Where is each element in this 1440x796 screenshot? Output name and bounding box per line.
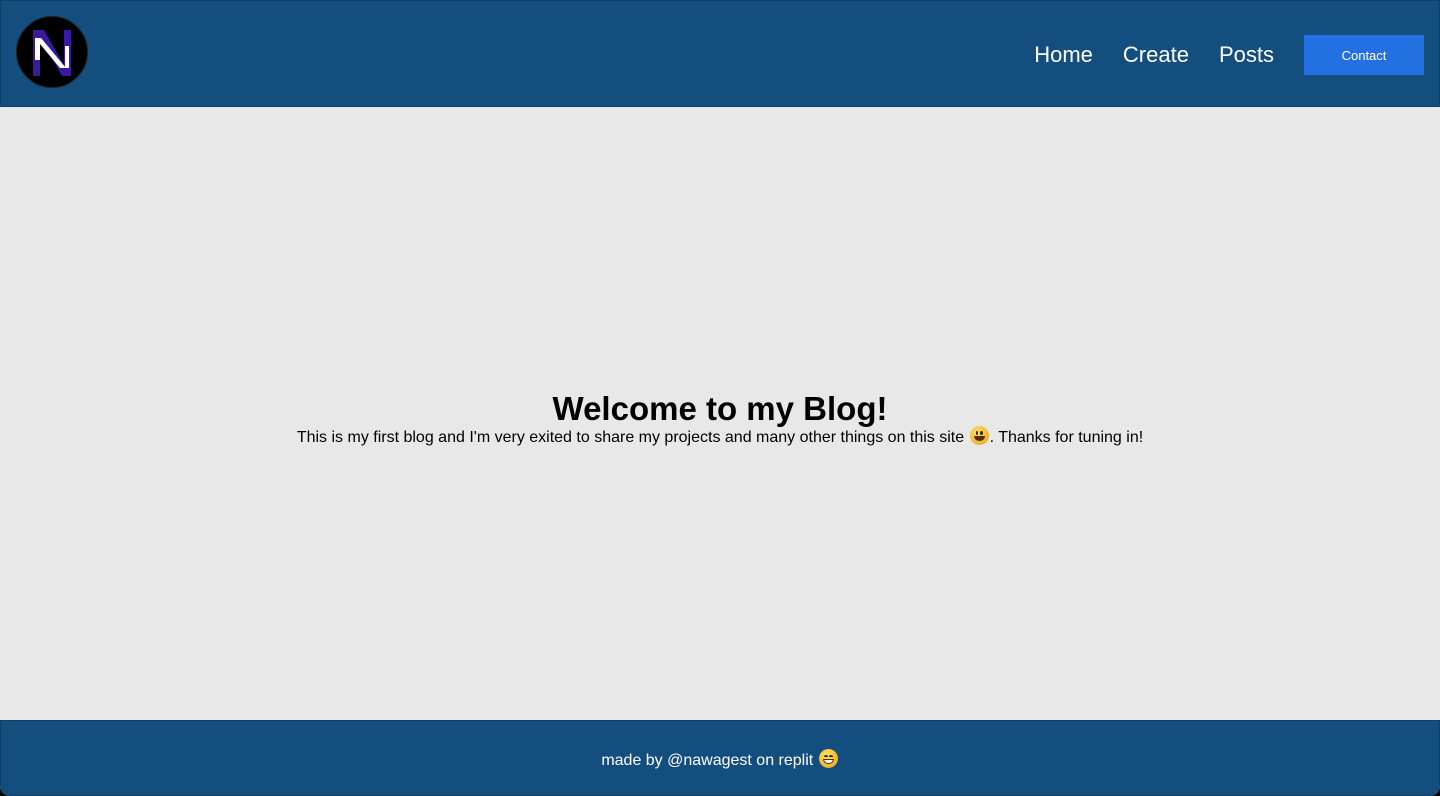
nav-posts-link[interactable]: Posts bbox=[1219, 35, 1274, 75]
intro-text-part-2: . Thanks for tuning in! bbox=[989, 428, 1144, 446]
footer-credit: made by @nawagest on replit bbox=[601, 748, 838, 770]
logo[interactable] bbox=[16, 16, 88, 88]
logo-n-icon bbox=[33, 30, 71, 76]
nav-home-link[interactable]: Home bbox=[1034, 35, 1093, 75]
site-footer: made by @nawagest on replit bbox=[0, 720, 1440, 796]
smiley-emoji-icon bbox=[969, 425, 989, 445]
contact-button[interactable]: Contact bbox=[1304, 35, 1424, 75]
nav-create-link[interactable]: Create bbox=[1123, 35, 1189, 75]
page-title: Welcome to my Blog! bbox=[552, 389, 888, 427]
app-window: Home Create Posts Contact Welcome to my … bbox=[0, 0, 1440, 796]
main-content: Welcome to my Blog! This is my first blo… bbox=[0, 107, 1440, 720]
main-nav: Home Create Posts Contact bbox=[1034, 35, 1424, 75]
intro-text: This is my first blog and I'm very exite… bbox=[296, 425, 1144, 448]
grinning-emoji-icon bbox=[818, 748, 838, 768]
site-header: Home Create Posts Contact bbox=[0, 0, 1440, 107]
footer-credit-text: made by @nawagest on replit bbox=[601, 751, 818, 769]
intro-text-part-1: This is my first blog and I'm very exite… bbox=[296, 428, 969, 446]
